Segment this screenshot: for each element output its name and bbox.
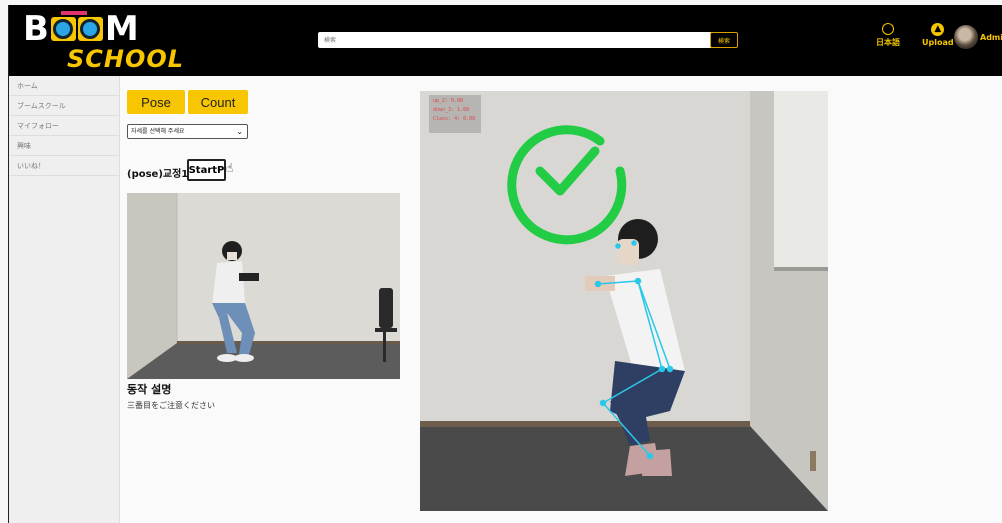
sidebar-item-home[interactable]: ホーム: [9, 76, 119, 96]
count-mode-button[interactable]: Count: [188, 90, 248, 114]
stat-line: up_2: 0.00: [433, 98, 464, 104]
pose-select-value: 자세를 선택해 주세요: [131, 128, 185, 135]
sidebar: ホーム ブームスクール マイフォロー 興味 いいね！: [9, 76, 120, 523]
language-label: 日本語: [876, 38, 900, 47]
upload-button[interactable]: ▲ Upload: [922, 23, 954, 47]
stat-line: down_3: 1.00: [433, 107, 470, 113]
classification-stats: up_2: 0.00 down_3: 1.00 Class: 4: 0.00: [429, 95, 481, 133]
logo-school-text: SCHOOL: [67, 45, 185, 73]
start-button[interactable]: StartP: [187, 159, 226, 181]
search-input[interactable]: [318, 32, 713, 48]
upload-label: Upload: [922, 38, 954, 47]
stat-line: Class: 4: 0.00: [433, 116, 476, 122]
language-selector[interactable]: 日本語: [876, 23, 900, 48]
description-text: 三番目をご注意ください: [127, 401, 215, 410]
sidebar-item-boom-school[interactable]: ブームスクール: [9, 96, 119, 116]
pose-mode-button[interactable]: Pose: [127, 90, 185, 114]
pose-select[interactable]: 자세를 선택해 주세요 ⌄: [127, 124, 248, 139]
webcam-view: [420, 91, 828, 511]
reference-pose-image: [127, 193, 400, 379]
reference-photo: [127, 193, 400, 379]
globe-icon: [882, 23, 894, 35]
search-button[interactable]: 検索: [710, 32, 738, 48]
user-name[interactable]: Admin: [980, 33, 1002, 42]
top-header: B M SCHOOL 検索 日本語 ▲ Upload Admin: [9, 5, 1002, 76]
upload-icon: ▲: [931, 23, 945, 36]
sidebar-item-my-follow[interactable]: マイフォロー: [9, 116, 119, 136]
logo-eye-icon: [50, 17, 76, 41]
camera-feed: [420, 91, 828, 511]
hand-cursor-icon: ☝: [226, 161, 234, 175]
logo-accent: [61, 11, 87, 15]
pose-title: (pose)교정1: [127, 169, 189, 180]
description-title: 동작 설명: [127, 383, 172, 396]
app-window: B M SCHOOL 検索 日本語 ▲ Upload Admin ホーム ブーム…: [8, 5, 1002, 523]
boom-school-logo[interactable]: B M SCHOOL: [23, 11, 185, 73]
logo-eye-icon: [77, 17, 103, 41]
sidebar-item-likes[interactable]: いいね！: [9, 156, 119, 176]
chevron-down-icon: ⌄: [236, 127, 243, 136]
avatar[interactable]: [954, 25, 978, 49]
sidebar-item-interest[interactable]: 興味: [9, 136, 119, 156]
